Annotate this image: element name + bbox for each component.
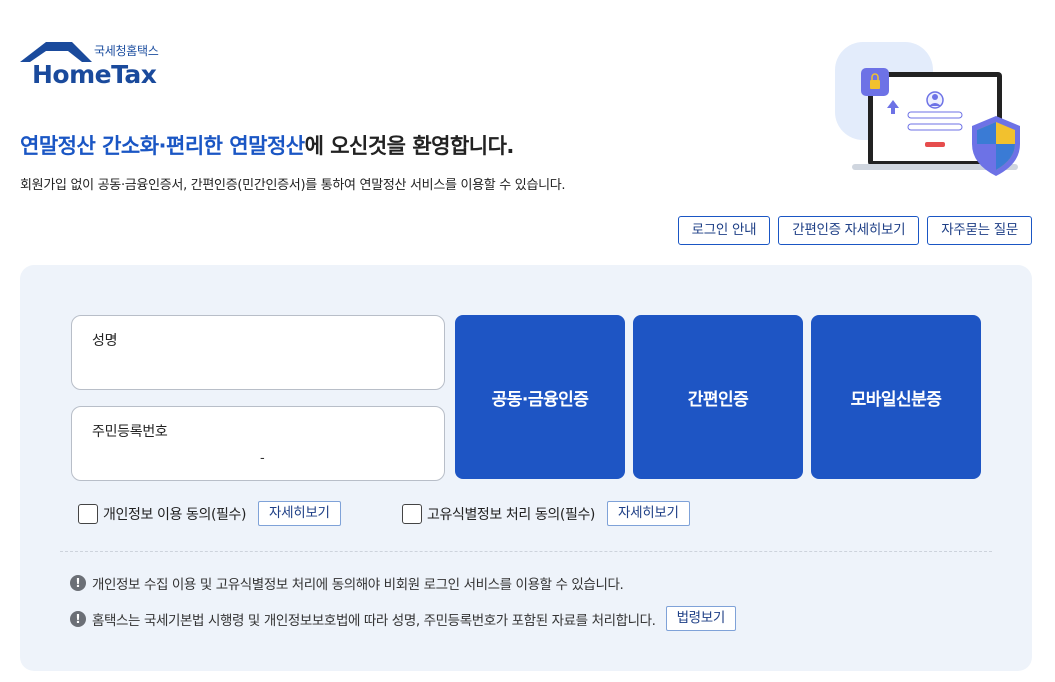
login-panel: 성명 주민등록번호 - 공동·금융인증 간편인증 모바일신분증 개인정보 이용 … — [20, 265, 1032, 671]
unique-id-agreement: 고유식별정보 처리 동의(필수) 자세히보기 — [402, 501, 690, 526]
unique-id-agree-label[interactable]: 고유식별정보 처리 동의(필수) — [427, 504, 595, 524]
view-law-button[interactable]: 법령보기 — [665, 606, 737, 631]
page-description: 회원가입 없이 공동·금융인증서, 간편인증(민간인증서)를 통하여 연말정산 … — [20, 178, 566, 193]
unique-id-detail-button[interactable]: 자세히보기 — [606, 501, 690, 526]
privacy-detail-button[interactable]: 자세히보기 — [258, 501, 341, 526]
notice-consent: ! 개인정보 수집 이용 및 고유식별정보 처리에 동의해야 비회원 로그인 서… — [70, 573, 624, 593]
hometax-logo[interactable]: 국세청홈택스 HomeTax — [20, 40, 180, 90]
simple-auth-button[interactable]: 간편인증 — [633, 315, 803, 479]
notice-legal-text: 홈택스는 국세기본법 시행령 및 개인정보보호법에 따라 성명, 주민등록번호가… — [92, 612, 656, 629]
page-title-highlight: 연말정산 간소화·편리한 연말정산 — [20, 134, 305, 158]
exclamation-icon: ! — [70, 610, 86, 627]
joint-financial-cert-button[interactable]: 공동·금융인증 — [455, 315, 625, 479]
top-link-group: 로그인 안내 간편인증 자세히보기 자주묻는 질문 — [677, 216, 1032, 245]
name-field-label: 성명 — [92, 333, 118, 349]
privacy-agree-checkbox[interactable] — [78, 503, 98, 524]
rrn-field[interactable]: 주민등록번호 - — [71, 406, 445, 481]
name-field[interactable]: 성명 — [71, 315, 445, 390]
privacy-agree-label[interactable]: 개인정보 이용 동의(필수) — [103, 504, 246, 524]
logo-subtitle: 국세청홈택스 — [94, 44, 159, 58]
laptop-login-illustration — [835, 42, 1020, 176]
login-guide-button[interactable]: 로그인 안내 — [677, 216, 771, 245]
unique-id-agree-checkbox[interactable] — [402, 503, 422, 524]
mobile-id-button[interactable]: 모바일신분증 — [811, 315, 981, 479]
rrn-separator: - — [260, 451, 265, 466]
faq-button[interactable]: 자주묻는 질문 — [927, 216, 1032, 245]
notice-consent-text: 개인정보 수집 이용 및 고유식별정보 처리에 동의해야 비회원 로그인 서비스… — [92, 577, 624, 593]
rrn-field-label: 주민등록번호 — [92, 424, 168, 440]
logo-wordmark: HomeTax — [32, 60, 157, 89]
page-title: 연말정산 간소화·편리한 연말정산에 오신것을 환영합니다. — [20, 130, 514, 160]
notice-legal: ! 홈택스는 국세기본법 시행령 및 개인정보보호법에 따라 성명, 주민등록번… — [70, 606, 737, 631]
dashed-divider — [60, 551, 992, 552]
simple-auth-detail-button[interactable]: 간편인증 자세히보기 — [778, 216, 920, 245]
exclamation-icon: ! — [70, 575, 86, 591]
privacy-agreement: 개인정보 이용 동의(필수) 자세히보기 — [78, 501, 341, 526]
page-title-rest: 에 오신것을 환영합니다. — [304, 134, 515, 158]
